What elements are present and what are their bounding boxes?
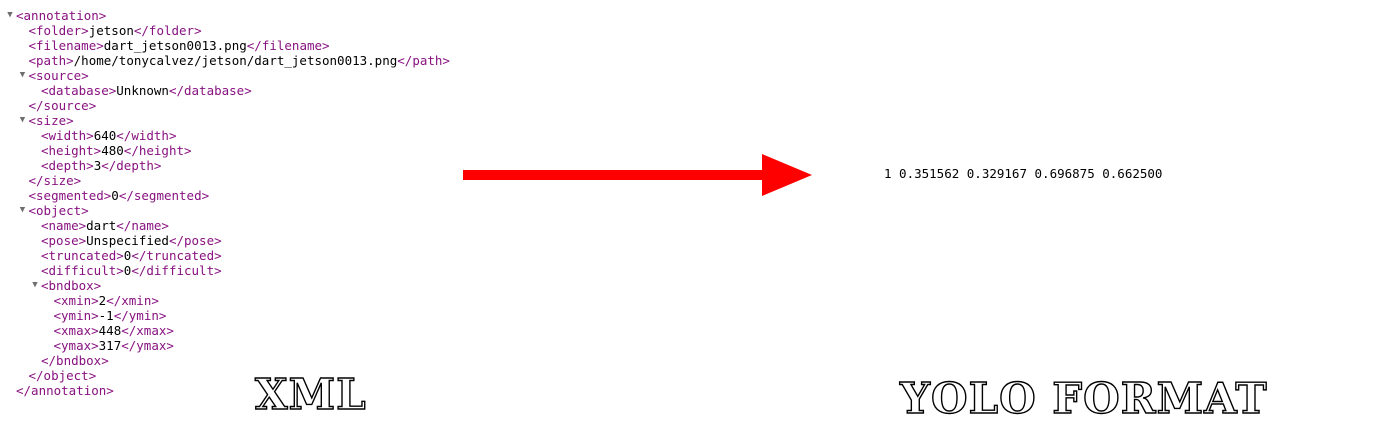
xml-line: ▼ <annotation> [4, 8, 450, 23]
xml-text-value: 0 [111, 188, 119, 203]
xml-line: <depth>3</depth> [4, 158, 450, 173]
xml-close-tag: </ymin> [113, 308, 167, 323]
xml-text-value: /home/tonycalvez/jetson/dart_jetson0013.… [73, 53, 398, 68]
xml-open-tag: <database> [41, 83, 117, 98]
xml-line: <filename>dart_jetson0013.png</filename> [4, 38, 450, 53]
xml-close-tag: </pose> [168, 233, 222, 248]
xml-text-value: 448 [98, 323, 122, 338]
xml-line: </bndbox> [4, 353, 450, 368]
xml-line: ▼ <size> [4, 113, 450, 128]
xml-open-tag: <object> [28, 203, 89, 218]
xml-line: <difficult>0</difficult> [4, 263, 450, 278]
xml-line: <xmax>448</xmax> [4, 323, 450, 338]
xml-open-tag: <folder> [28, 23, 89, 38]
xml-line: ▼ <bndbox> [4, 278, 450, 293]
xml-close-tag: </source> [28, 98, 97, 113]
xml-close-tag: </height> [123, 143, 192, 158]
xml-open-tag: <ymin> [53, 308, 99, 323]
xml-line: ▼ <source> [4, 68, 450, 83]
xml-close-tag: </ymax> [121, 338, 174, 353]
xml-close-tag: </folder> [133, 23, 202, 38]
xml-open-tag: <difficult> [41, 263, 124, 278]
conversion-arrow-icon [463, 154, 812, 196]
xml-line: <width>640</width> [4, 128, 450, 143]
xml-close-tag: </database> [168, 83, 252, 98]
xml-open-tag: <annotation> [16, 8, 107, 23]
yolo-annotation-line: 1 0.351562 0.329167 0.696875 0.662500 [884, 166, 1163, 181]
xml-open-tag: <segmented> [28, 188, 112, 203]
xml-close-tag: </name> [116, 218, 169, 233]
xml-line: <ymax>317</ymax> [4, 338, 450, 353]
xml-line: <path>/home/tonycalvez/jetson/dart_jetso… [4, 53, 450, 68]
xml-line: <segmented>0</segmented> [4, 188, 450, 203]
xml-close-tag: </truncated> [131, 248, 222, 263]
xml-open-tag: <xmin> [53, 293, 99, 308]
xml-close-tag: </difficult> [131, 263, 222, 278]
xml-format-label: XML [254, 369, 367, 419]
xml-close-tag: </path> [397, 53, 450, 68]
xml-line: <truncated>0</truncated> [4, 248, 450, 263]
xml-close-tag: </xmax> [121, 323, 174, 338]
xml-close-tag: </bndbox> [41, 353, 109, 368]
xml-close-tag: </width> [116, 128, 177, 143]
xml-tree-view: ▼ <annotation> <folder>jetson</folder> <fil… [4, 8, 450, 398]
xml-open-tag: <bndbox> [41, 278, 102, 293]
xml-text-value: dart [86, 218, 117, 233]
xml-open-tag: <ymax> [53, 338, 99, 353]
xml-line: <ymin>-1</ymin> [4, 308, 450, 323]
collapse-triangle-icon[interactable]: ▼ [17, 113, 29, 128]
collapse-triangle-icon[interactable]: ▼ [29, 278, 41, 293]
xml-close-tag: </filename> [246, 38, 330, 53]
xml-open-tag: <size> [28, 113, 74, 128]
xml-text-value: -1 [98, 308, 114, 323]
xml-line: <database>Unknown</database> [4, 83, 450, 98]
xml-text-value: jetson [88, 23, 134, 38]
xml-open-tag: <depth> [41, 158, 94, 173]
xml-close-tag: </object> [28, 368, 97, 383]
xml-open-tag: <pose> [41, 233, 87, 248]
xml-open-tag: <truncated> [41, 248, 124, 263]
xml-close-tag: </segmented> [118, 188, 210, 203]
xml-line: </size> [4, 173, 450, 188]
xml-text-value: Unspecified [86, 233, 169, 248]
xml-line: </object> [4, 368, 450, 383]
xml-line: <xmin>2</xmin> [4, 293, 450, 308]
xml-close-tag: </xmin> [106, 293, 159, 308]
collapse-triangle-icon[interactable]: ▼ [4, 8, 16, 23]
xml-line: <pose>Unspecified</pose> [4, 233, 450, 248]
xml-text-value: 317 [98, 338, 122, 353]
xml-line: <height>480</height> [4, 143, 450, 158]
yolo-format-label: YOLO FORMAT [899, 373, 1268, 423]
xml-line: ▼ <object> [4, 203, 450, 218]
collapse-triangle-icon[interactable]: ▼ [17, 68, 29, 83]
xml-close-tag: </depth> [101, 158, 162, 173]
xml-open-tag: <path> [28, 53, 74, 68]
collapse-triangle-icon[interactable]: ▼ [17, 203, 29, 218]
xml-close-tag: </annotation> [16, 383, 114, 398]
xml-open-tag: <xmax> [53, 323, 99, 338]
xml-open-tag: <source> [28, 68, 89, 83]
xml-text-value: Unknown [116, 83, 169, 98]
xml-open-tag: <name> [41, 218, 87, 233]
xml-close-tag: </size> [28, 173, 82, 188]
xml-open-tag: <width> [41, 128, 94, 143]
xml-line: </source> [4, 98, 450, 113]
xml-open-tag: <height> [41, 143, 102, 158]
xml-line: <folder>jetson</folder> [4, 23, 450, 38]
xml-text-value: dart_jetson0013.png [103, 38, 247, 53]
xml-text-value: 480 [101, 143, 124, 158]
xml-open-tag: <filename> [28, 38, 104, 53]
xml-text-value: 640 [93, 128, 117, 143]
xml-line: <name>dart</name> [4, 218, 450, 233]
xml-line: </annotation> [4, 383, 450, 398]
